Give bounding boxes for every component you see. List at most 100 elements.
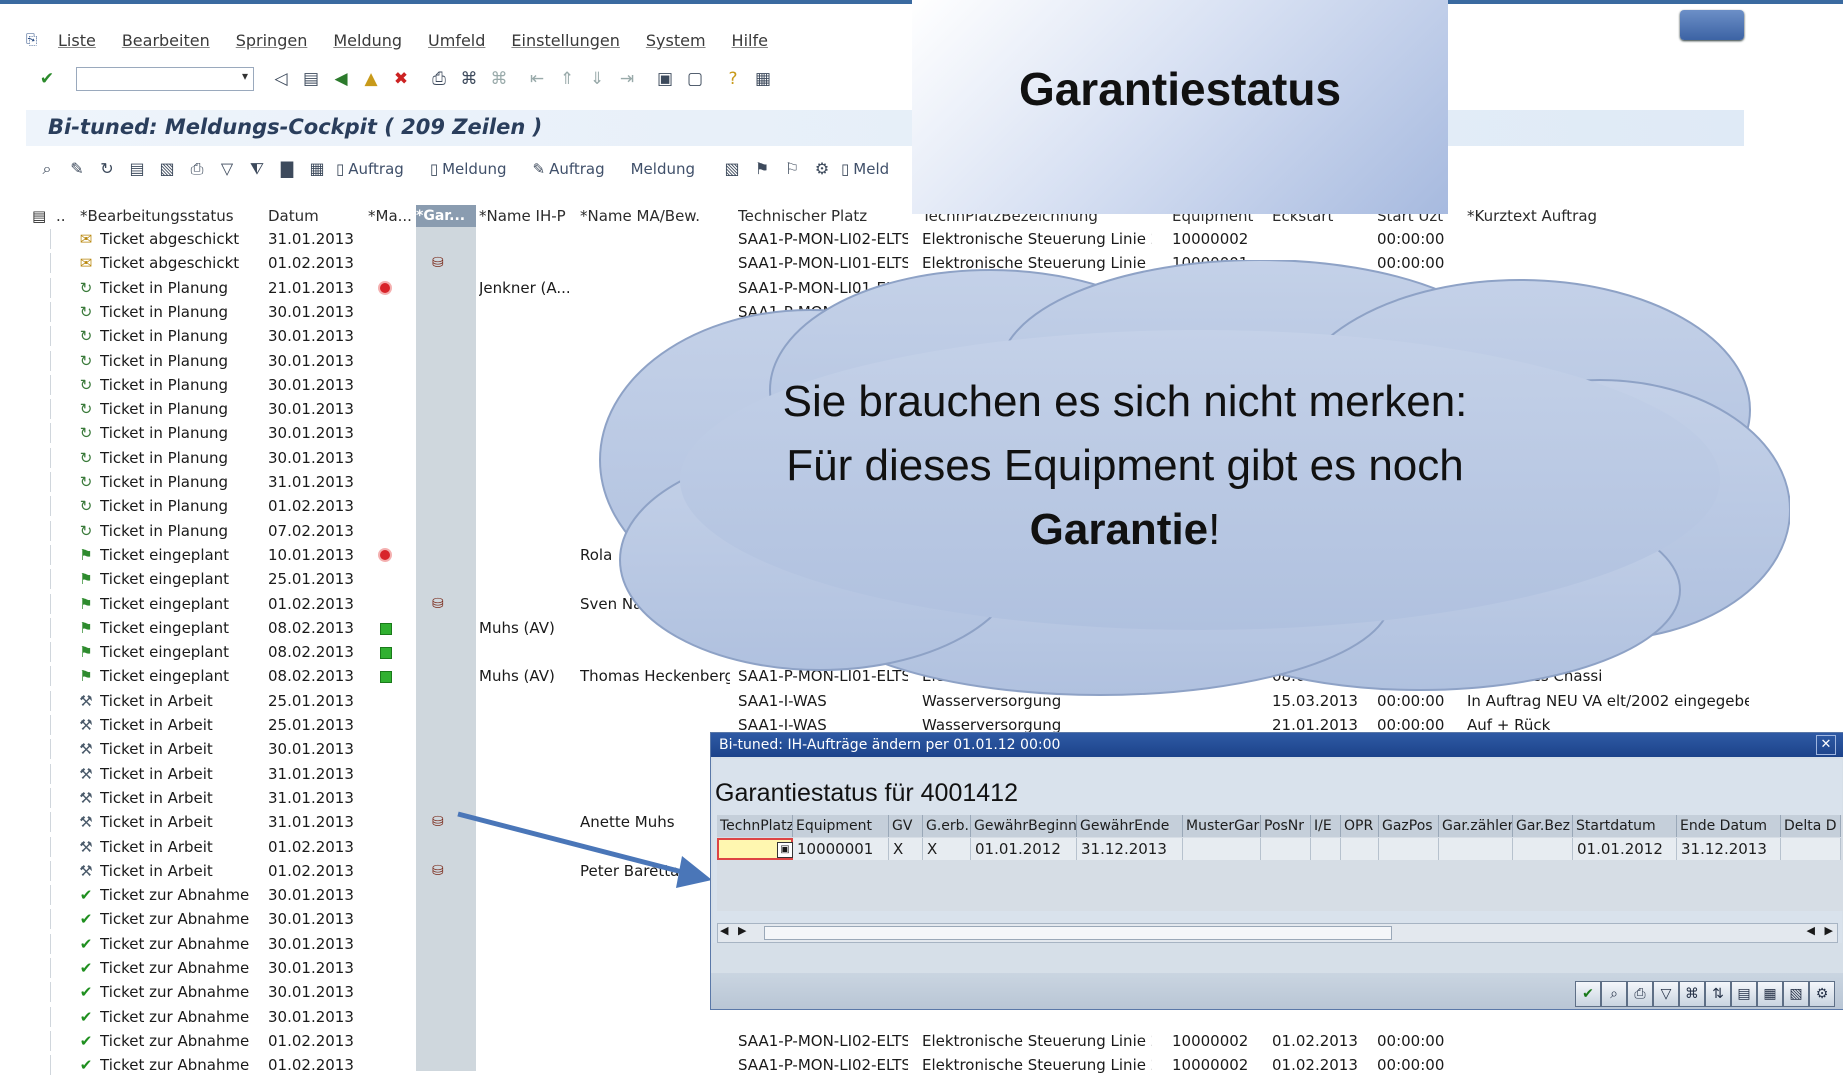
flag-green-icon[interactable]: ⚑ (751, 158, 773, 180)
guarantee-icon[interactable]: ⛁ (432, 253, 452, 273)
details-icon[interactable]: ⌕ (1601, 981, 1627, 1007)
row-selector[interactable] (32, 812, 51, 833)
dlg-col-equipment[interactable]: Equipment (793, 815, 889, 837)
save-icon[interactable]: ▤ (300, 68, 322, 90)
row-selector[interactable] (32, 593, 51, 614)
row-selector[interactable] (32, 423, 51, 444)
details-icon[interactable]: ⌕ (36, 158, 58, 180)
notification-edit-button[interactable]: Meldung (631, 160, 695, 178)
row-selector[interactable] (32, 229, 51, 249)
col-header-marker[interactable]: .. (56, 205, 70, 227)
row-selector[interactable] (32, 1006, 51, 1027)
row-selector[interactable] (32, 326, 51, 347)
row-selector[interactable] (32, 763, 51, 784)
dlg-col-opr[interactable]: OPR (1341, 815, 1379, 837)
row-selector[interactable] (32, 520, 51, 541)
command-field-dropdown-icon[interactable]: ▾ (242, 69, 248, 83)
row-selector[interactable] (32, 374, 51, 395)
menu-springen[interactable]: Springen (236, 31, 308, 50)
menu-einstellungen[interactable]: Einstellungen (511, 31, 619, 50)
document-icon[interactable]: ▤ (1731, 981, 1757, 1007)
col-header-guarantee[interactable]: *Gar... (416, 205, 476, 227)
row-selector[interactable] (32, 860, 51, 881)
menu-umfeld[interactable]: Umfeld (428, 31, 485, 50)
help-icon[interactable]: ? (722, 68, 744, 90)
scroll-left-end-icon[interactable]: ◀ (1807, 924, 1815, 937)
find-next-icon[interactable]: ⌘ (488, 68, 510, 90)
first-page-icon[interactable]: ⇤ (526, 68, 548, 90)
row-selector[interactable] (32, 496, 51, 517)
menu-window-icon[interactable]: ⎘ (26, 31, 48, 49)
row-selector[interactable] (32, 666, 51, 687)
row-selector[interactable] (32, 1030, 51, 1051)
col-header-ma[interactable]: *Ma... (368, 205, 412, 227)
previous-page-icon[interactable]: ⇑ (556, 68, 578, 90)
scroll-left-icon[interactable]: ◀ (720, 924, 728, 937)
row-selector[interactable] (32, 399, 51, 420)
dlg-col-gar-bez[interactable]: Gar.Bez (1513, 815, 1573, 837)
row-selector[interactable] (32, 350, 51, 371)
document-icon[interactable]: ▤ (126, 158, 148, 180)
layout-menu-icon[interactable]: ▦ (752, 68, 774, 90)
dlg-col-ende-datum[interactable]: Ende Datum (1677, 815, 1781, 837)
dlg-col-gar-zaehler[interactable]: Gar.zähler (1439, 815, 1513, 837)
row-selector[interactable] (32, 982, 51, 1003)
print-icon[interactable]: ⎙ (428, 68, 450, 90)
flag-icon[interactable]: ⚐ (781, 158, 803, 180)
guarantee-icon[interactable]: ⛁ (432, 594, 452, 614)
exit-icon[interactable]: ▲ (360, 68, 382, 90)
settings-icon[interactable]: ⚙ (811, 158, 833, 180)
col-header-name-ma[interactable]: *Name MA/Bew. (580, 205, 720, 227)
filter-icon[interactable]: ▽ (216, 158, 238, 180)
row-selector[interactable] (32, 787, 51, 808)
dlg-col-techplatz[interactable]: TechnPlatz (717, 815, 793, 837)
dlg-col-gewaehr-beginn[interactable]: GewährBeginn (971, 815, 1077, 837)
dlg-col-ie[interactable]: I/E (1311, 815, 1341, 837)
row-selector[interactable] (32, 301, 51, 322)
row-selector[interactable] (32, 253, 51, 274)
table-row[interactable]: ✔ Ticket zur Abnahme 01.02.2013 SAA1-P-MON-… (32, 1053, 1750, 1077)
back-arrow-icon[interactable]: ◁ (270, 68, 292, 90)
menu-system[interactable]: System (646, 31, 706, 50)
enter-check-icon[interactable]: ✔ (36, 68, 58, 90)
dlg-col-delta[interactable]: Delta D (1781, 815, 1841, 837)
row-selector[interactable] (32, 544, 51, 565)
confirm-icon[interactable]: ✔ (1575, 981, 1601, 1007)
find-icon[interactable]: ⌘ (458, 68, 480, 90)
dlg-col-gv[interactable]: GV (889, 815, 923, 837)
shortcut-icon[interactable]: ▢ (684, 68, 706, 90)
filter-icon[interactable]: ▽ (1653, 981, 1679, 1007)
menu-liste[interactable]: Liste (58, 31, 96, 50)
row-selector[interactable] (32, 933, 51, 954)
row-selector[interactable] (32, 909, 51, 930)
last-page-icon[interactable]: ⇥ (616, 68, 638, 90)
export-icon[interactable]: ▧ (156, 158, 178, 180)
col-header-name-ihp[interactable]: *Name IH-P (479, 205, 569, 227)
row-selector[interactable] (32, 885, 51, 906)
back-icon[interactable]: ◀ (330, 68, 352, 90)
guarantee-icon[interactable]: ⛁ (432, 861, 452, 881)
row-selector[interactable] (32, 277, 51, 298)
row-selector[interactable] (32, 739, 51, 760)
menu-bearbeiten[interactable]: Bearbeiten (122, 31, 210, 50)
delete-filter-icon[interactable]: ⧨ (246, 158, 268, 180)
dialog-horizontal-scrollbar[interactable]: ◀ ▶ ◀ ▶ (717, 923, 1838, 943)
row-selector[interactable] (32, 642, 51, 663)
row-selector[interactable] (32, 836, 51, 857)
dlg-col-gazpos[interactable]: GazPos (1379, 815, 1439, 837)
col-header-date[interactable]: Datum (268, 205, 358, 227)
row-selector[interactable] (32, 617, 51, 638)
new-session-icon[interactable]: ▣ (654, 68, 676, 90)
edit-icon[interactable]: ✎ (66, 158, 88, 180)
menu-meldung[interactable]: Meldung (333, 31, 402, 50)
value-help-icon[interactable]: ▣ (777, 842, 793, 858)
refresh-icon[interactable]: ↻ (96, 158, 118, 180)
table-row[interactable]: ✉ Ticket abgeschickt 31.01.2013 SAA1-P-MON-… (32, 227, 1750, 251)
document-edit-icon[interactable]: ▧ (721, 158, 743, 180)
scroll-right-end-icon[interactable]: ▶ (1825, 924, 1833, 937)
dialog-close-icon[interactable]: ✕ (1816, 735, 1836, 755)
find-icon[interactable]: ⌘ (1679, 981, 1705, 1007)
print-list-icon[interactable]: ⎙ (186, 158, 208, 180)
row-selector[interactable] (32, 472, 51, 492)
settings-icon[interactable]: ⚙ (1809, 981, 1835, 1007)
